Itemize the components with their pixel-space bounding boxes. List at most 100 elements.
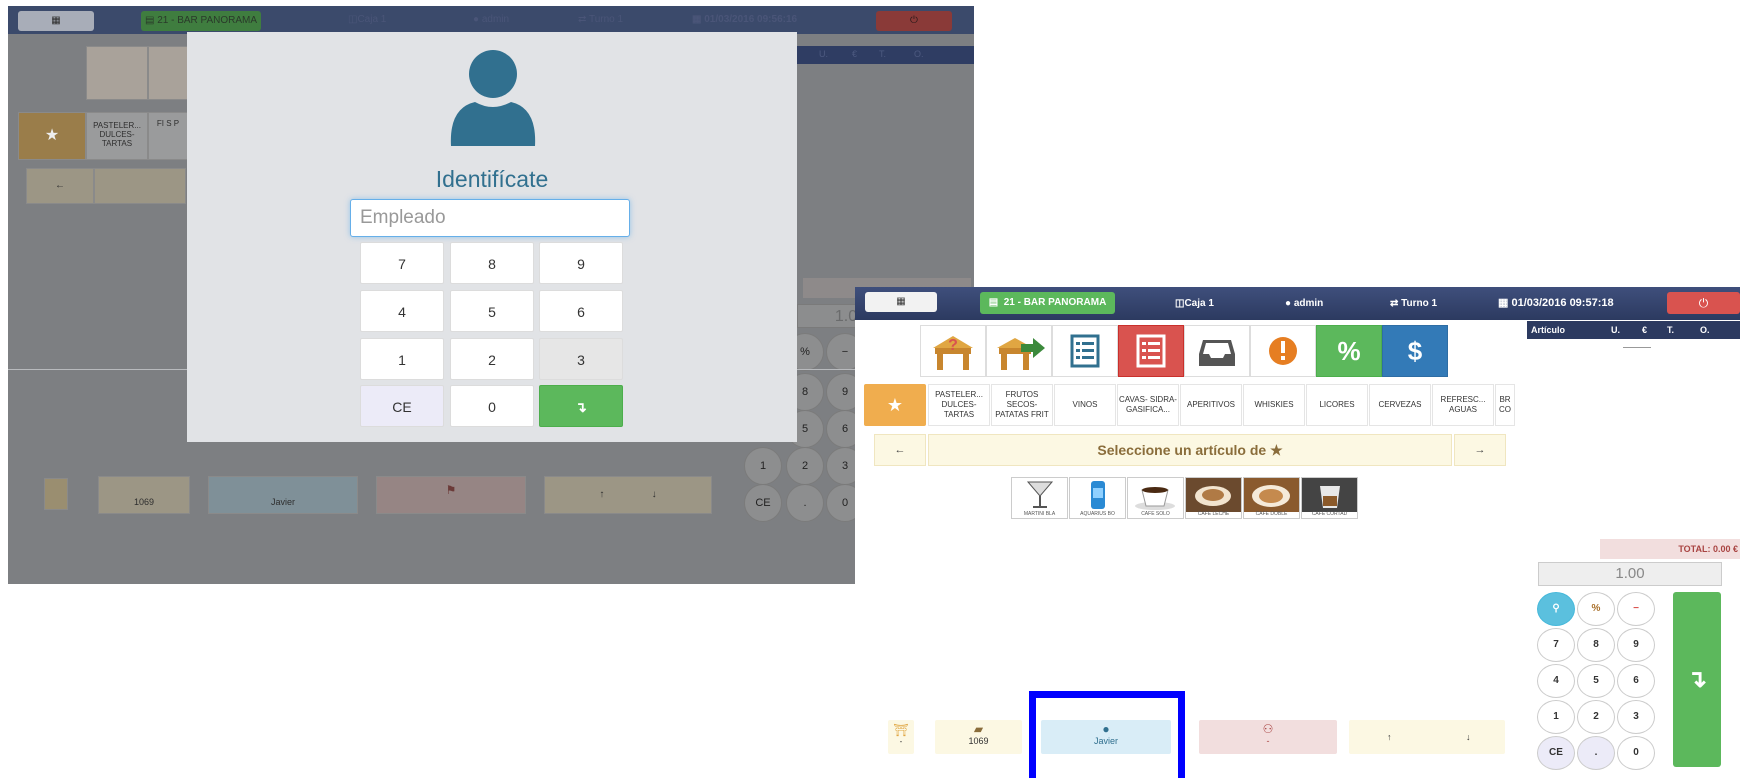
up-arrow[interactable]: ↑ <box>599 489 604 500</box>
red-list-button[interactable] <box>1118 325 1184 377</box>
category-pasteleria[interactable]: PASTELER... DULCES- TARTAS <box>86 112 148 160</box>
key-0[interactable]: 0 <box>1617 736 1655 770</box>
diners-button[interactable]: ⚑ <box>376 476 526 514</box>
key-ce[interactable]: CE <box>744 484 782 522</box>
coffee-milk-icon <box>1186 478 1241 512</box>
caja-text: Caja 1 <box>1184 298 1214 309</box>
transfer-table-icon[interactable] <box>148 46 190 100</box>
order-table-header <box>1528 290 1740 308</box>
key-1[interactable]: 1 <box>1537 700 1575 734</box>
waiter-button[interactable]: Javier <box>208 476 358 514</box>
category-more[interactable]: BR CO <box>1495 384 1515 426</box>
table-icon: ⛩ <box>893 723 909 737</box>
next-arrow-button[interactable]: → <box>1454 434 1506 466</box>
bar-button[interactable]: ▤ 21 - BAR PANORAMA <box>141 11 261 31</box>
key-1[interactable]: 1 <box>744 447 782 485</box>
product-martini[interactable]: MARTINI BLA <box>1011 477 1068 519</box>
category-label: LICORES <box>1319 400 1355 409</box>
key-8[interactable]: 8 <box>1577 628 1615 662</box>
enter-button[interactable]: ↴ <box>1673 592 1721 767</box>
key-2[interactable]: 2 <box>1577 700 1615 734</box>
pin-key-8[interactable]: 8 <box>450 242 534 284</box>
list-button[interactable] <box>1052 325 1118 377</box>
down-arrow[interactable]: ↓ <box>652 489 657 500</box>
pin-key-1[interactable]: 1 <box>360 338 444 380</box>
alert-button[interactable] <box>1250 325 1316 377</box>
percent-key[interactable]: % <box>1577 592 1615 626</box>
diners-button[interactable]: ⚇ - <box>1199 720 1337 754</box>
key-dot[interactable]: . <box>1577 736 1615 770</box>
favorites-category[interactable]: ★ <box>18 112 86 160</box>
search-key[interactable]: ⚲ <box>1537 592 1575 626</box>
key-ce[interactable]: CE <box>1537 736 1575 770</box>
ticket-button[interactable]: 1069 <box>98 476 190 514</box>
pin-enter-button[interactable]: ↴ <box>539 385 623 427</box>
product-label: CAFE DOBLE <box>1255 511 1288 517</box>
col-eur: € <box>1642 325 1648 335</box>
key-9[interactable]: 9 <box>1617 628 1655 662</box>
scroll-buttons[interactable]: ↑ ↓ <box>544 476 712 514</box>
user-label: ● admin <box>473 14 510 25</box>
pin-key-3[interactable]: 3 <box>539 338 623 380</box>
product-cafe-leche[interactable]: CAFE LECHE <box>1185 477 1242 519</box>
transfer-table-button[interactable] <box>986 325 1052 377</box>
modal-title: Identifícate <box>435 166 549 192</box>
employee-input[interactable] <box>350 199 630 237</box>
category-frutos-secos[interactable]: FRUTOS SECOS- PATATAS FRIT <box>991 384 1053 426</box>
help-table-icon: ? <box>933 336 973 370</box>
pin-key-2[interactable]: 2 <box>450 338 534 380</box>
product-aquarius[interactable]: AQUARIUS BO <box>1069 477 1126 519</box>
prev-arrow-button[interactable]: ← <box>874 434 926 466</box>
category-whiskies[interactable]: WHISKIES <box>1243 384 1305 426</box>
table-button[interactable]: ⛩ - <box>888 720 914 754</box>
pin-key-4[interactable]: 4 <box>360 290 444 332</box>
pin-key-ce[interactable]: CE <box>360 385 444 427</box>
pin-key-7[interactable]: 7 <box>360 242 444 284</box>
inbox-button[interactable] <box>1184 325 1250 377</box>
key-6[interactable]: 6 <box>1617 664 1655 698</box>
key-4[interactable]: 4 <box>1537 664 1575 698</box>
category-label: CAVAS- SIDRA- GASIFICA... <box>1119 395 1177 414</box>
table-icon-button[interactable] <box>44 478 68 510</box>
power-button[interactable]: ⏻ <box>876 11 952 31</box>
menu-button[interactable]: ▦ <box>18 11 94 31</box>
pin-key-0[interactable]: 0 <box>450 385 534 427</box>
category-frutos[interactable]: FI S P <box>148 112 188 160</box>
category-cavas[interactable]: CAVAS- SIDRA- GASIFICA... <box>1117 384 1179 426</box>
category-refrescos[interactable]: REFRESC... AGUAS <box>1432 384 1494 426</box>
prev-arrow[interactable]: ← <box>26 168 94 204</box>
category-vinos[interactable]: VINOS <box>1054 384 1116 426</box>
category-aperitivos[interactable]: APERITIVOS <box>1180 384 1242 426</box>
category-cervezas[interactable]: CERVEZAS <box>1369 384 1431 426</box>
product-label: CAFE SOLO <box>1141 511 1170 517</box>
coffee-cortado-icon <box>1302 478 1357 512</box>
menu-button[interactable]: ▦ <box>865 292 937 312</box>
bar-button[interactable]: ▤ 21 - BAR PANORAMA <box>980 292 1115 314</box>
pay-button[interactable]: $ <box>1382 325 1448 377</box>
scroll-up-button[interactable]: ↑ <box>1387 720 1392 754</box>
key-dot[interactable]: . <box>786 484 824 522</box>
minus-key[interactable]: − <box>1617 592 1655 626</box>
key-3[interactable]: 3 <box>1617 700 1655 734</box>
scroll-down-button[interactable]: ↓ <box>1466 720 1471 754</box>
category-pasteleria[interactable]: PASTELER... DULCES- TARTAS <box>928 384 990 426</box>
key-5[interactable]: 5 <box>1577 664 1615 698</box>
martini-glass-icon <box>1026 481 1054 508</box>
help-table-button[interactable]: ? <box>920 325 986 377</box>
ticket-button[interactable]: ▰ 1069 <box>935 720 1022 754</box>
pin-key-6[interactable]: 6 <box>539 290 623 332</box>
product-cafe-solo[interactable]: CAFE SOLO <box>1127 477 1184 519</box>
help-table-icon[interactable] <box>86 46 148 100</box>
product-label: CAFE LECHE <box>1197 511 1230 517</box>
pin-key-9[interactable]: 9 <box>539 242 623 284</box>
favorites-category[interactable]: ★ <box>864 384 926 426</box>
left-screenshot: ▦ ▤ 21 - BAR PANORAMA ◫Caja 1 ● admin ⇄ … <box>8 6 974 584</box>
user-text: admin <box>481 14 510 25</box>
key-2[interactable]: 2 <box>786 447 824 485</box>
pin-key-5[interactable]: 5 <box>450 290 534 332</box>
product-cafe-doble[interactable]: CAFE DOBLE <box>1243 477 1300 519</box>
discount-button[interactable]: % <box>1316 325 1382 377</box>
category-licores[interactable]: LICORES <box>1306 384 1368 426</box>
key-7[interactable]: 7 <box>1537 628 1575 662</box>
product-cafe-cortado[interactable]: CAFE CORTAD <box>1301 477 1358 519</box>
